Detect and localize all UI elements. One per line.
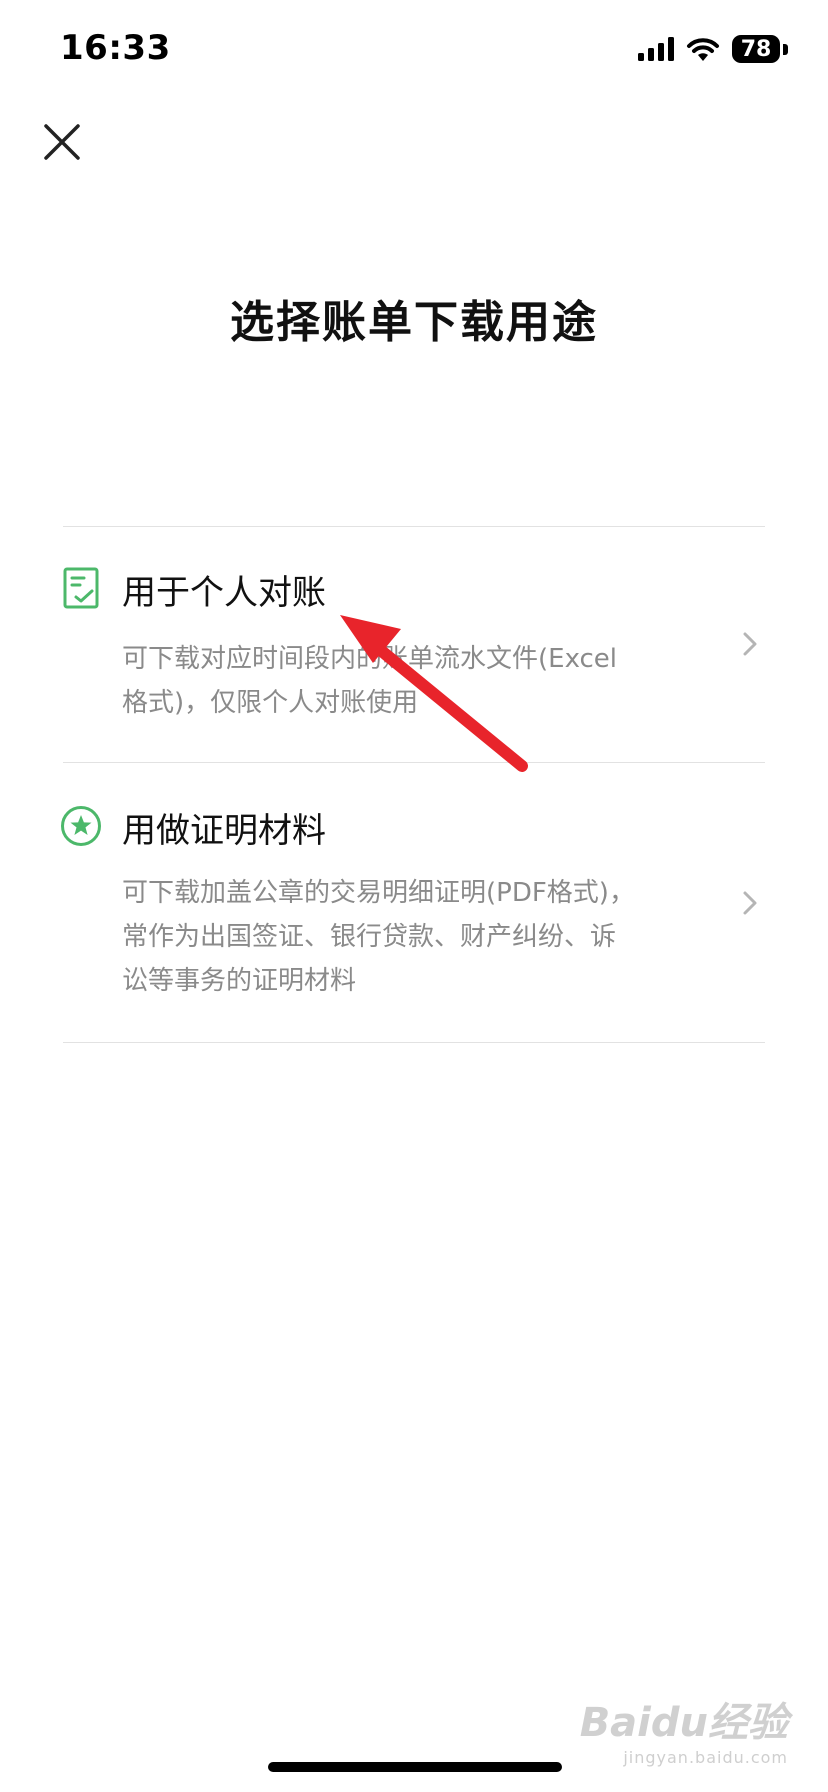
option-description-line: 常作为出国签证、银行贷款、财产纠纷、诉 bbox=[122, 922, 617, 952]
battery-level: 78 bbox=[740, 36, 772, 62]
option-description-line: 可下载对应时间段内的账单流水文件(Excel bbox=[122, 644, 618, 674]
battery-icon: 78 bbox=[732, 35, 780, 63]
chevron-right-icon bbox=[743, 632, 757, 656]
divider bbox=[63, 1042, 765, 1043]
status-icons: 78 bbox=[638, 34, 788, 64]
status-time: 16:33 bbox=[60, 28, 171, 68]
option-description: 可下载对应时间段内的账单流水文件(Excel 格式)，仅限个人对账使用 bbox=[122, 637, 682, 725]
home-indicator[interactable] bbox=[268, 1762, 562, 1772]
option-personal-reconciliation[interactable]: 用于个人对账 可下载对应时间段内的账单流水文件(Excel 格式)，仅限个人对账… bbox=[0, 527, 828, 762]
document-check-icon bbox=[63, 567, 99, 609]
watermark: Baidu经验 jingyan.baidu.com bbox=[580, 1690, 788, 1767]
option-description: 可下载加盖公章的交易明细证明(PDF格式)， 常作为出国签证、银行贷款、财产纠纷… bbox=[122, 871, 682, 1003]
option-proof-materials[interactable]: 用做证明材料 可下载加盖公章的交易明细证明(PDF格式)， 常作为出国签证、银行… bbox=[0, 763, 828, 1042]
page-title: 选择账单下载用途 bbox=[230, 297, 598, 348]
option-title: 用做证明材料 bbox=[122, 811, 326, 851]
star-badge-icon bbox=[61, 806, 101, 846]
watermark-url: jingyan.baidu.com bbox=[623, 1748, 788, 1767]
chevron-right-icon bbox=[743, 891, 757, 915]
option-description-line: 格式)，仅限个人对账使用 bbox=[122, 688, 419, 718]
close-icon bbox=[44, 124, 80, 160]
option-description-line: 讼等事务的证明材料 bbox=[122, 966, 357, 996]
option-description-line: 可下载加盖公章的交易明细证明(PDF格式)， bbox=[122, 878, 635, 908]
cellular-signal-icon bbox=[638, 37, 674, 61]
close-button[interactable] bbox=[40, 120, 84, 164]
option-title: 用于个人对账 bbox=[122, 573, 326, 613]
wifi-icon bbox=[687, 38, 719, 61]
battery-cap bbox=[783, 43, 788, 55]
watermark-logo: Baidu经验 bbox=[579, 1700, 788, 1746]
